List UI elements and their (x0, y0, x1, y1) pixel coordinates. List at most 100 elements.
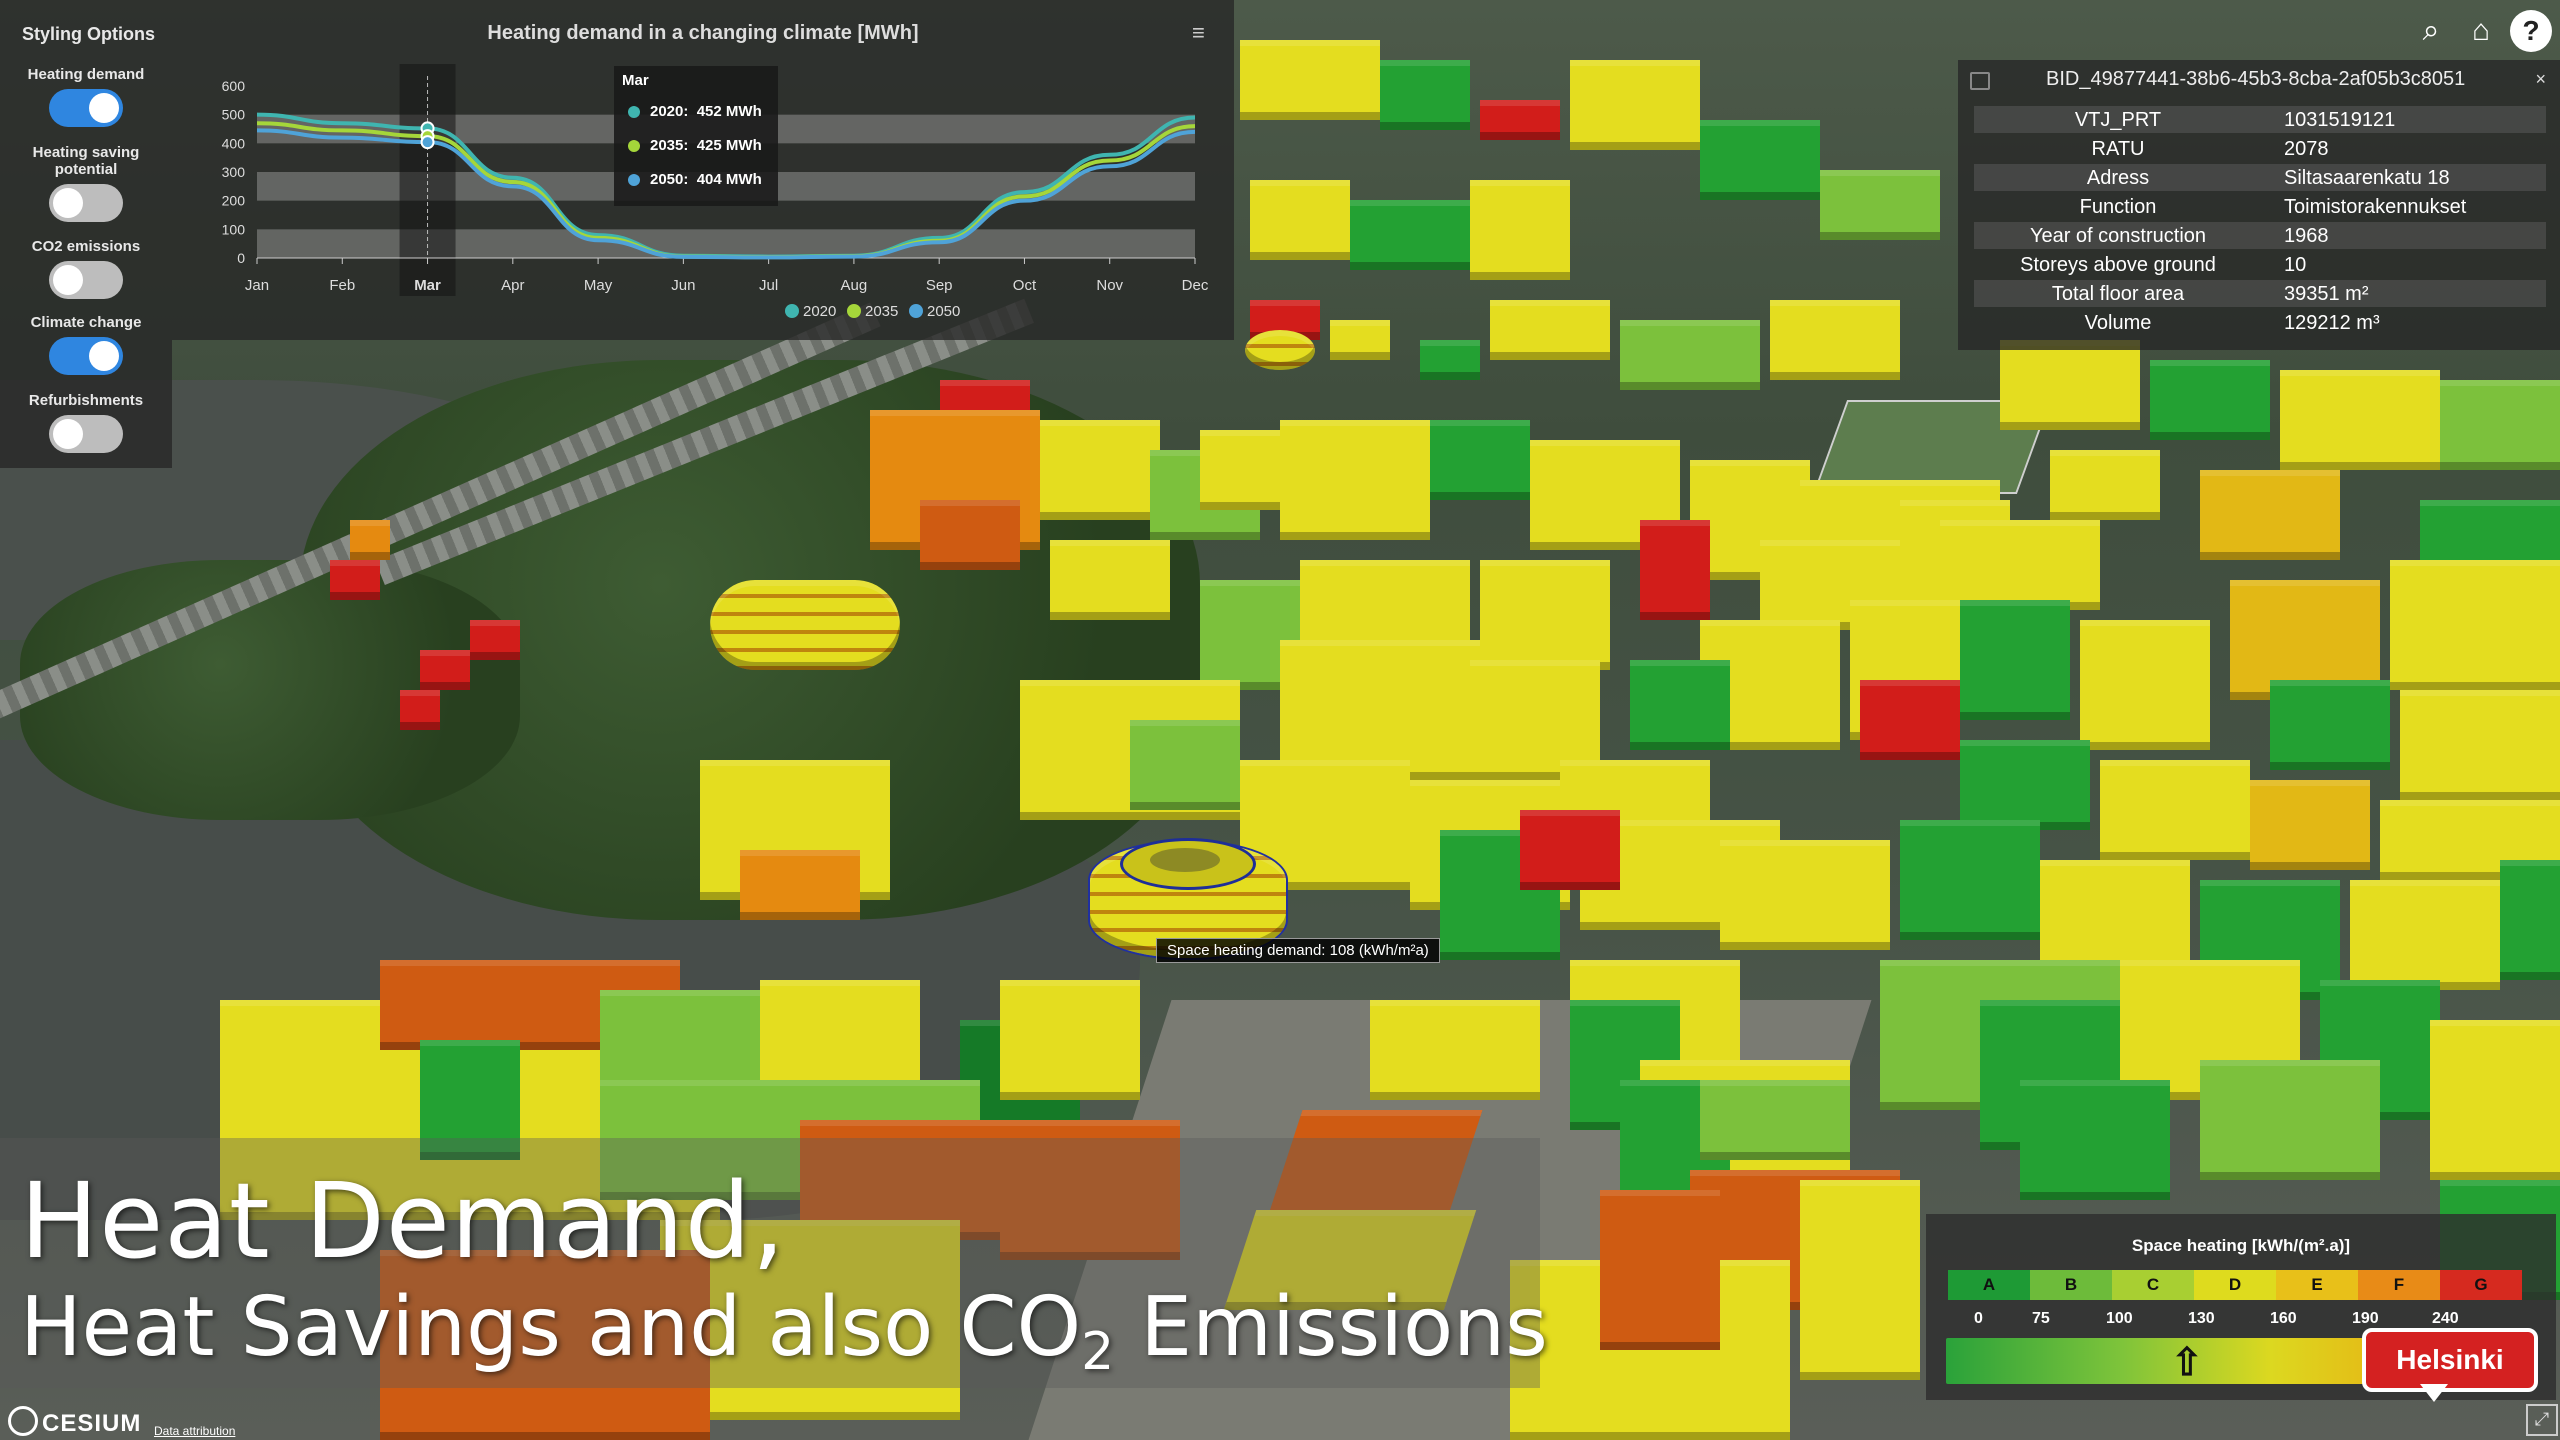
option-climate-change: Climate change (0, 314, 172, 375)
tooltip-value: 425 MWh (696, 137, 762, 154)
x-tick-label: Aug (841, 277, 868, 294)
chart-tooltip: Mar 2020: 452 MWh 2035: 425 MWh 2050: 40… (614, 66, 778, 206)
headline-subscript: 2 (1081, 1322, 1115, 1382)
legend-tick: 190 (2352, 1310, 2379, 1327)
x-tick-label: Nov (1096, 277, 1123, 294)
heating-demand-toggle[interactable] (49, 89, 123, 127)
cesium-ring-icon (8, 1406, 38, 1436)
tooltip-row-2050: 2050: 404 MWh (614, 163, 778, 197)
climate-change-toggle[interactable] (49, 337, 123, 375)
legend-tick: 0 (1974, 1310, 1983, 1327)
attribute-key: VTJ_PRT (2074, 109, 2162, 131)
legend-class-g: G (2440, 1270, 2522, 1300)
tooltip-label: 2035: (650, 137, 689, 154)
tooltip-row-2020: 2020: 452 MWh (614, 95, 778, 129)
info-header: BID_49877441-38b6-45b3-8cba-2af05b3c8051… (1958, 60, 2560, 98)
legend-class-a: A (1948, 1270, 2030, 1300)
data-attribution-link[interactable]: Data attribution (154, 1424, 235, 1438)
cesium-logo[interactable]: CESIUM (8, 1406, 141, 1438)
series-marker-2050 (420, 135, 435, 150)
legend-tick: 130 (2188, 1310, 2215, 1327)
legend-title: Space heating [kWh/(m².a)] (2131, 1236, 2351, 1255)
attribute-key: RATU (2091, 138, 2145, 160)
building-info-panel: BID_49877441-38b6-45b3-8cba-2af05b3c8051… (1958, 60, 2560, 350)
cesium-brand: CESIUM (42, 1410, 142, 1437)
legend-label-2050: 2050 (927, 303, 960, 320)
y-tick-label: 300 (222, 164, 246, 180)
attribute-value: 1968 (2284, 225, 2329, 247)
y-tick-label: 500 (222, 107, 246, 123)
attribute-key: Adress (2086, 167, 2150, 189)
table-row: Storeys above ground 10 (1974, 251, 2546, 278)
badge-pointer (2420, 1384, 2448, 1402)
option-co2-emissions: CO2 emissions (0, 238, 172, 299)
attribute-key: Total floor area (2051, 283, 2185, 305)
x-tick-label: Jan (245, 277, 269, 294)
attribute-key: Storeys above ground (2020, 254, 2216, 276)
x-tick-label: Dec (1182, 277, 1209, 294)
toggle-knob (53, 419, 83, 449)
x-tick-label: Feb (329, 277, 355, 294)
selected-building-courtyard (1150, 848, 1220, 872)
home-icon[interactable]: ⌂ (2460, 10, 2502, 52)
info-table: VTJ_PRT 1031519121 RATU 2078 Adress Siltasa… (1958, 106, 2560, 346)
y-tick-label: 0 (237, 250, 245, 266)
attribute-key: Function (2079, 196, 2157, 218)
option-label: Climate change (30, 314, 142, 331)
x-tick-label: Oct (1013, 277, 1037, 294)
table-row: VTJ_PRT 1031519121 (1974, 106, 2546, 133)
help-icon[interactable]: ? (2510, 10, 2552, 52)
x-tick-label: Apr (501, 277, 524, 294)
table-row: Year of construction 1968 (1974, 222, 2546, 249)
attribute-value: 1031519121 (2284, 109, 2396, 131)
toggle-knob (89, 341, 119, 371)
x-tick-label: Sep (926, 277, 953, 294)
search-icon[interactable]: ⌕ (2410, 10, 2452, 52)
table-row: Function Toimistorakennukset (1974, 193, 2546, 220)
building-tooltip-label: Space heating demand: 108 (kWh/m²a) (1156, 938, 1440, 963)
tooltip-value: 452 MWh (696, 103, 762, 120)
legend-class-f: F (2358, 1270, 2440, 1300)
attribute-value: 39351 m² (2284, 283, 2369, 305)
headline-line-1: Heat Demand, (20, 1160, 786, 1282)
styling-options-panel: Styling Options Heating demand Heating s… (0, 0, 172, 468)
legend-tick: 160 (2270, 1310, 2297, 1327)
attribute-value: Siltasaarenkatu 18 (2284, 167, 2450, 189)
helsinki-badge: Helsinki (2362, 1328, 2538, 1392)
attribute-value: Toimistorakennukset (2284, 196, 2467, 218)
option-label: CO2 emissions (31, 238, 141, 255)
option-label: Heating saving potential (32, 144, 140, 178)
camera-icon[interactable] (1970, 72, 1990, 90)
headline-line-2: Heat Savings and also CO2 Emissions (20, 1280, 1548, 1382)
legend-class-d: D (2194, 1270, 2276, 1300)
legend-tick: 100 (2106, 1310, 2133, 1327)
fullscreen-icon[interactable]: ⤢ (2526, 1404, 2558, 1436)
close-icon[interactable]: × (2535, 60, 2546, 98)
styling-options-title: Styling Options (22, 24, 155, 44)
attribute-key: Year of construction (2029, 225, 2207, 247)
table-row: RATU 2078 (1974, 135, 2546, 162)
attribute-key: Volume (2084, 312, 2152, 334)
toggle-knob (53, 188, 83, 218)
building-id: BID_49877441-38b6-45b3-8cba-2af05b3c8051 (2046, 68, 2466, 90)
option-heating-demand: Heating demand (0, 66, 172, 127)
legend-label-2035: 2035 (865, 303, 898, 320)
value-pointer-icon: ⇧ (2171, 1342, 2203, 1384)
tooltip-row-2035: 2035: 425 MWh (614, 129, 778, 163)
legend-class-e: E (2276, 1270, 2358, 1300)
table-row: Total floor area 39351 m² (1974, 280, 2546, 307)
refurbishments-toggle[interactable] (49, 415, 123, 453)
y-tick-label: 200 (222, 193, 246, 209)
toggle-knob (89, 93, 119, 123)
y-tick-label: 100 (222, 221, 246, 237)
tooltip-label: 2020: (650, 103, 689, 120)
co2-emissions-toggle[interactable] (49, 261, 123, 299)
table-row: Adress Siltasaarenkatu 18 (1974, 164, 2546, 191)
x-tick-label: Jul (759, 277, 778, 294)
attribute-value: 129212 m³ (2284, 312, 2380, 334)
legend-marker-2050 (909, 304, 923, 318)
heating-saving-toggle[interactable] (49, 184, 123, 222)
park-area (20, 560, 520, 820)
tooltip-value: 404 MWh (696, 171, 762, 188)
legend-marker-2020 (785, 304, 799, 318)
